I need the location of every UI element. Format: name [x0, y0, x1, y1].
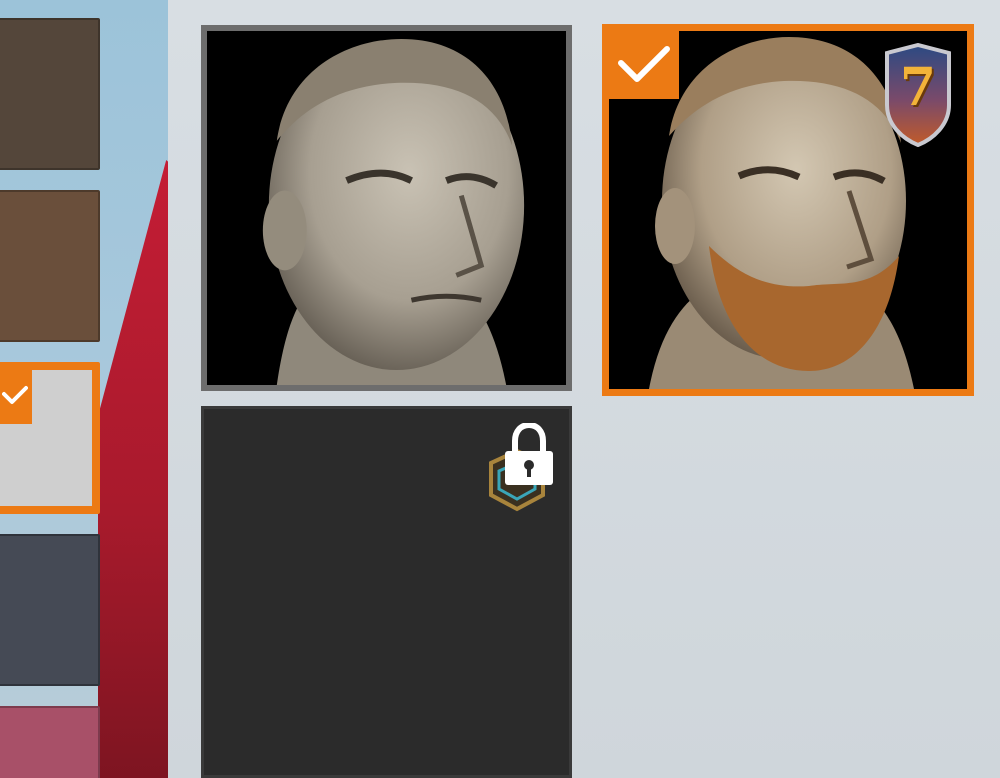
color-swatch-dark-brown[interactable] [0, 18, 100, 170]
face-card-locked[interactable] [201, 406, 572, 778]
color-swatch-column [0, 0, 168, 778]
face-card-clean-shaven[interactable] [201, 25, 572, 391]
level-badge: 7 [881, 42, 955, 148]
color-swatch-brown[interactable] [0, 190, 100, 342]
face-selection-grid: 7 [168, 0, 1000, 778]
head-portrait-icon [207, 31, 566, 385]
face-card-beard[interactable]: 7 [602, 24, 974, 396]
level-number: 7 [899, 57, 937, 118]
color-swatch-rose[interactable] [0, 706, 100, 778]
color-swatch-selected-grey[interactable] [0, 362, 100, 514]
selected-check-icon [609, 31, 679, 99]
red-banner-decoration [98, 160, 168, 778]
swatch-check-icon [0, 370, 32, 424]
color-swatch-slate[interactable] [0, 534, 100, 686]
locked-emblem [477, 423, 557, 523]
lock-icon [505, 423, 553, 485]
